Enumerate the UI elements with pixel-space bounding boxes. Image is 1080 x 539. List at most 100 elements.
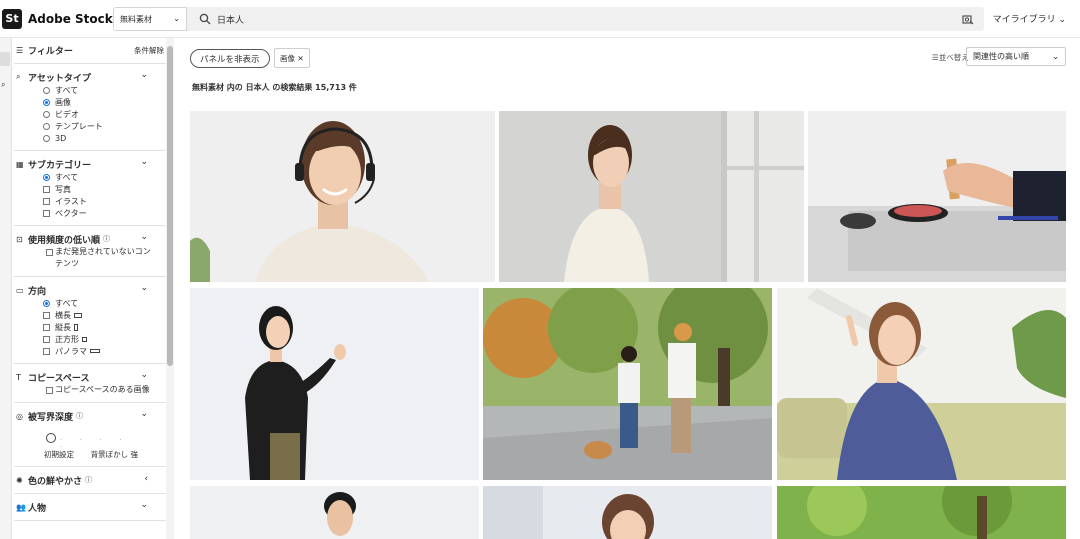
checkbox[interactable] xyxy=(43,198,50,205)
subcategory-option[interactable]: すべて xyxy=(43,171,158,183)
search-input[interactable] xyxy=(217,14,917,24)
radio[interactable] xyxy=(43,300,50,307)
depth-of-field-header[interactable]: ◎ 被写界深度 ⓘ ⌄ xyxy=(16,409,158,423)
info-icon[interactable]: ⓘ xyxy=(85,475,92,485)
option-label: イラスト xyxy=(55,196,87,206)
people-title: 人物 xyxy=(28,503,47,514)
orientation-icon: ▭ xyxy=(16,285,24,295)
asset-type-option[interactable]: 3D xyxy=(43,132,158,144)
chevron-down-icon: ⌄ xyxy=(140,500,148,510)
orientation-option[interactable]: 縦長 xyxy=(43,321,158,333)
subcategory-option[interactable]: ベクター xyxy=(43,207,158,219)
option-label: 写真 xyxy=(55,184,71,194)
orientation-header[interactable]: ▭ 方向 ⌄ xyxy=(16,283,158,297)
chip-label: 画像 xyxy=(280,53,295,63)
checkbox[interactable] xyxy=(46,249,53,256)
checkbox[interactable] xyxy=(43,348,50,355)
my-library-menu[interactable]: マイライブラリ ⌄ xyxy=(993,12,1066,25)
option-label: 横長 xyxy=(55,310,71,320)
visual-search-icon[interactable] xyxy=(962,13,974,25)
search-scope-dropdown[interactable]: 無料素材 ⌄ xyxy=(113,7,187,31)
result-image[interactable] xyxy=(483,486,772,539)
sun-icon: ✺ xyxy=(16,475,23,485)
search-bar[interactable] xyxy=(187,7,984,31)
subcategory-option[interactable]: イラスト xyxy=(43,195,158,207)
copy-space-option[interactable]: コピースペースのある画像 xyxy=(46,384,155,396)
chevron-down-icon: ⌄ xyxy=(140,283,148,293)
chevron-down-icon: ⌄ xyxy=(140,70,148,80)
asset-type-option[interactable]: テンプレート xyxy=(43,120,158,132)
adobe-stock-logo[interactable]: St Adobe Stock xyxy=(2,8,113,29)
clear-filters-link[interactable]: 条件解除 xyxy=(134,45,164,56)
text-icon: T xyxy=(16,372,21,382)
result-image[interactable] xyxy=(499,111,804,282)
filter-toggle-icon[interactable] xyxy=(0,52,10,66)
logo-text: Adobe Stock xyxy=(28,11,113,26)
copy-space-section: T コピースペース ⌄ コピースペースのある画像 xyxy=(14,364,166,403)
checkbox[interactable] xyxy=(43,312,50,319)
result-image[interactable] xyxy=(190,288,479,480)
people-header[interactable]: 👥 人物 ⌄ xyxy=(16,500,158,514)
subcategory-header[interactable]: ▦ サブカテゴリー ⌄ xyxy=(16,157,158,171)
radio[interactable] xyxy=(43,135,50,142)
checkbox[interactable] xyxy=(43,186,50,193)
checkbox[interactable] xyxy=(43,210,50,217)
checkbox[interactable] xyxy=(46,387,53,394)
color-vividness-title: 色の鮮やかさ xyxy=(28,476,83,487)
orientation-option[interactable]: 正方形 xyxy=(43,333,158,345)
photo-man-portrait xyxy=(190,486,479,539)
low-usage-section: ⊡ 使用頻度の低い順 ⓘ ⌄ まだ発見されていないコンテンツ xyxy=(14,226,166,277)
subcategory-section: ▦ サブカテゴリー ⌄ すべて 写真 イラスト ベクター xyxy=(14,151,166,226)
asset-type-option[interactable]: すべて xyxy=(43,84,158,96)
chevron-down-icon: ⌄ xyxy=(140,370,148,380)
sort-dropdown[interactable]: 関連性の高い順 ⌄ xyxy=(966,47,1066,66)
chevron-down-icon: ⌄ xyxy=(1058,15,1066,25)
depth-of-field-section: ◎ 被写界深度 ⓘ ⌄ · · · · · 初期設定 背景ぼかし 強 xyxy=(14,403,166,467)
panel-scrollbar[interactable] xyxy=(166,38,174,539)
result-image[interactable] xyxy=(777,288,1066,480)
asset-type-option[interactable]: ビデオ xyxy=(43,108,158,120)
asset-type-header[interactable]: ⌕ アセットタイプ ⌄ xyxy=(16,70,158,84)
checkbox[interactable] xyxy=(43,324,50,331)
radio[interactable] xyxy=(43,123,50,130)
scrollbar-thumb[interactable] xyxy=(167,46,173,366)
low-usage-header[interactable]: ⊡ 使用頻度の低い順 ⓘ ⌄ xyxy=(16,232,158,246)
chevron-down-icon: ⌄ xyxy=(140,232,148,242)
color-vividness-header[interactable]: ✺ 色の鮮やかさ ⓘ ‹ xyxy=(16,473,158,487)
info-icon[interactable]: ⓘ xyxy=(103,234,110,244)
filter-chip-image[interactable]: 画像 ✕ xyxy=(274,48,310,68)
asset-type-option[interactable]: 画像 xyxy=(43,96,158,108)
top-bar: St Adobe Stock 無料素材 ⌄ マイライブラリ ⌄ xyxy=(0,0,1080,38)
close-icon[interactable]: ✕ xyxy=(297,54,303,63)
slider-handle[interactable] xyxy=(46,433,56,443)
subcategory-option[interactable]: 写真 xyxy=(43,183,158,195)
orientation-option[interactable]: すべて xyxy=(43,297,158,309)
result-image[interactable] xyxy=(483,288,772,480)
hide-panel-button[interactable]: パネルを非表示 xyxy=(190,49,270,68)
radio[interactable] xyxy=(43,111,50,118)
result-image[interactable] xyxy=(190,111,495,282)
people-section: 👥 人物 ⌄ xyxy=(14,494,166,521)
result-image[interactable] xyxy=(777,486,1066,539)
option-label: コピースペースのある画像 xyxy=(55,385,150,394)
sort-label-text: 並べ替え xyxy=(938,53,969,62)
result-image[interactable] xyxy=(190,486,479,539)
orientation-section: ▭ 方向 ⌄ すべて 横長 縦長 正方形 パノラマ xyxy=(14,277,166,364)
copy-space-title: コピースペース xyxy=(28,373,90,384)
orientation-option[interactable]: パノラマ xyxy=(43,345,158,357)
low-usage-option[interactable]: まだ発見されていないコンテンツ xyxy=(46,246,155,270)
search-similar-icon[interactable]: ⌕ xyxy=(1,80,5,90)
aperture-icon: ◎ xyxy=(16,411,23,421)
low-usage-title: 使用頻度の低い順 xyxy=(28,235,101,246)
option-label: 縦長 xyxy=(55,322,71,332)
radio[interactable] xyxy=(43,99,50,106)
radio[interactable] xyxy=(43,174,50,181)
asset-type-section: ⌕ アセットタイプ ⌄ すべて 画像 ビデオ テンプレート 3D xyxy=(14,64,166,151)
depth-of-field-slider[interactable]: · · · · · xyxy=(46,433,138,451)
radio[interactable] xyxy=(43,87,50,94)
result-image[interactable] xyxy=(808,111,1066,282)
orientation-option[interactable]: 横長 xyxy=(43,309,158,321)
info-icon[interactable]: ⓘ xyxy=(76,411,83,421)
checkbox[interactable] xyxy=(43,336,50,343)
copy-space-header[interactable]: T コピースペース ⌄ xyxy=(16,370,158,384)
